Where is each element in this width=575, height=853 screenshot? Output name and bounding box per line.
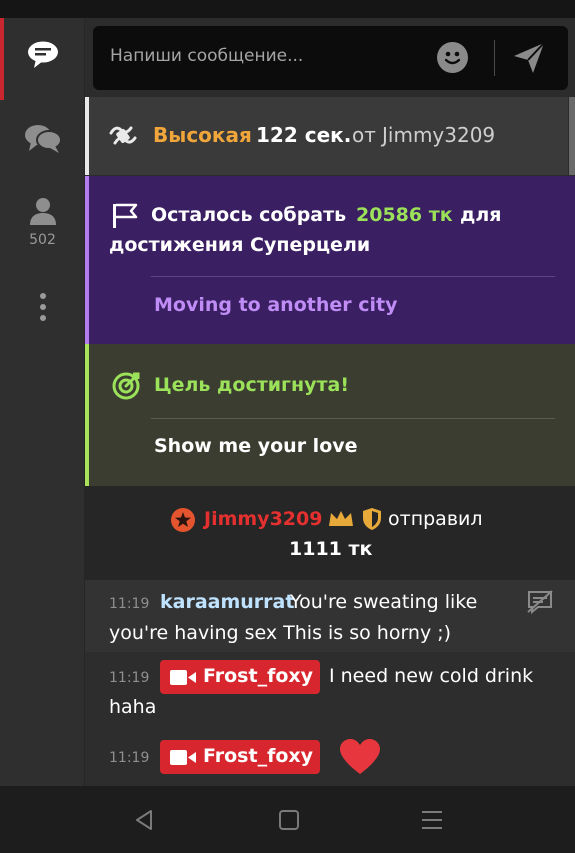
spin-user[interactable]: Jimmy3209 (382, 123, 495, 147)
tip-action: отправил (388, 508, 483, 530)
scrollbar[interactable] (569, 97, 575, 175)
target-icon (112, 372, 140, 400)
smiley-icon (444, 51, 461, 65)
message-time: 11:19 (109, 670, 150, 686)
star-badge-icon (171, 508, 195, 532)
message-username: Frost_foxy (203, 745, 314, 767)
message-input-bar: Напиши сообщение... (93, 26, 568, 90)
goal-reached-divider (151, 418, 555, 419)
nav-private-chats-button[interactable] (0, 122, 85, 162)
flag-icon (113, 203, 138, 228)
nav-more-button[interactable] (0, 292, 85, 326)
goal-reached-card: Цель достигнута! Show me your love (85, 344, 575, 486)
message-time: 11:19 (109, 596, 150, 612)
goal-reached-title: Цель достигнута! (154, 374, 349, 396)
nav-users-button[interactable]: 502 (0, 196, 85, 256)
model-badge[interactable]: Frost_foxy (160, 660, 320, 694)
system-nav-bar (0, 786, 575, 853)
video-camera-icon (170, 670, 196, 685)
message-text-line1: You're sweating like (290, 591, 478, 613)
goal-divider (151, 276, 555, 277)
tip-amount: 1111 тк (289, 538, 373, 560)
message-text-line1: I need new cold drink (329, 665, 534, 687)
translate-off-icon[interactable] (526, 590, 554, 614)
message-text-line2: you're having sex This is so horny ;) (109, 622, 452, 644)
chat-messages: 11:19 karaamurrat You're sweating like y… (85, 580, 575, 786)
tip-user[interactable]: Jimmy3209 (204, 508, 322, 530)
tip-event-card: Jimmy3209 отправил 1111 тк (85, 486, 575, 580)
message-username: Frost_foxy (203, 665, 314, 687)
send-button[interactable] (511, 40, 547, 80)
spin-duration: 122 сек. (256, 123, 352, 147)
model-badge[interactable]: Frost_foxy (160, 740, 320, 774)
spin-event-card: Высокая 122 сек. от Jimmy3209 (85, 97, 568, 175)
message-time: 11:19 (109, 750, 150, 766)
nav-chat-button[interactable] (0, 40, 85, 80)
vibration-icon (109, 126, 137, 145)
goal-text-line2: достижения Суперцели (109, 234, 371, 256)
status-bar (0, 0, 575, 18)
home-icon[interactable] (278, 809, 300, 831)
menu-icon[interactable] (421, 810, 443, 830)
message-input[interactable]: Напиши сообщение... (110, 46, 303, 66)
goal-text-prefix: Осталось собрать (151, 204, 347, 226)
supergoal-card: Осталось собрать 20586 тк для достижения… (85, 176, 575, 344)
goal-text-suffix: для (460, 204, 502, 226)
spin-level: Высокая (153, 123, 252, 147)
crown-icon (329, 511, 353, 526)
back-icon[interactable] (133, 808, 155, 832)
heart-icon (340, 739, 380, 774)
paper-plane-icon (514, 42, 545, 73)
user-icon (29, 198, 56, 225)
goal-amount: 20586 тк (356, 204, 453, 226)
goal-name: Moving to another city (154, 294, 398, 316)
shield-icon (363, 508, 381, 530)
goal-reached-name: Show me your love (154, 435, 358, 457)
chat-bubbles-icon (24, 125, 62, 153)
message-text-line2: haha (109, 696, 157, 718)
more-vertical-icon (39, 293, 46, 321)
chat-bubble-icon (27, 41, 58, 68)
message-username[interactable]: karaamurrat (160, 591, 294, 613)
user-count: 502 (29, 232, 56, 248)
input-divider (494, 40, 495, 76)
video-camera-icon (170, 750, 196, 765)
spin-from-label: от (352, 123, 376, 147)
emoji-button[interactable] (437, 42, 468, 73)
